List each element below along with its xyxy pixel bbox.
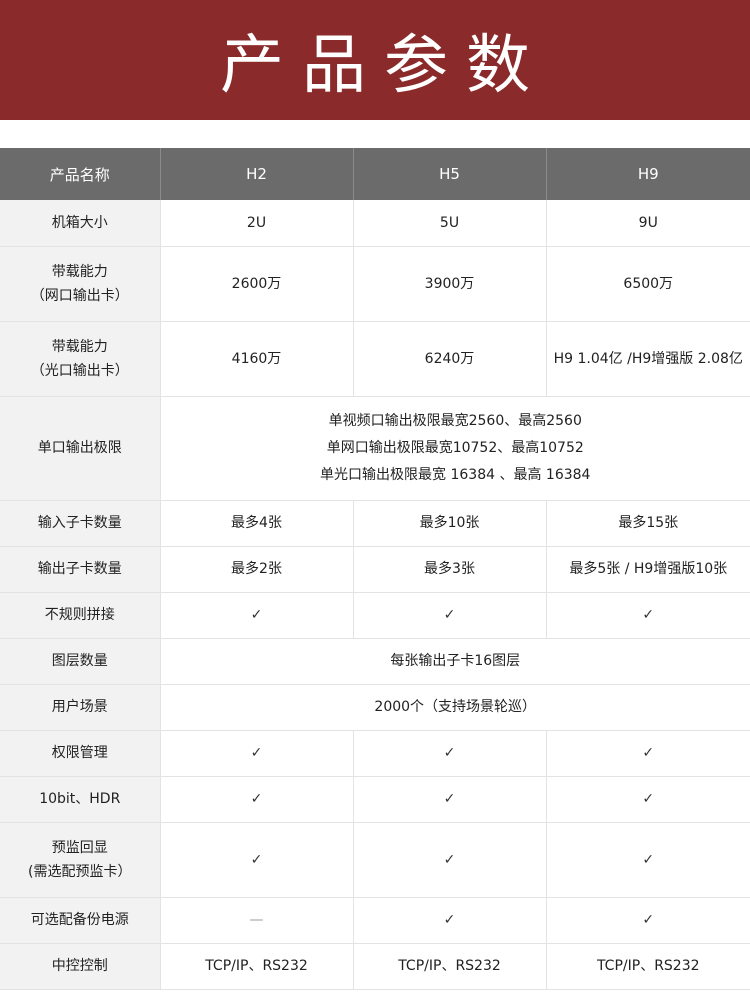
merged-cell: 每张输出子卡16图层: [160, 638, 750, 685]
table-cell: TCP/IP、RS232: [160, 943, 354, 990]
table-cell: 3900万: [353, 246, 547, 322]
row-label-text: 图层数量: [51, 653, 108, 669]
row-label: 权限管理: [0, 730, 161, 777]
table-cell: H9 1.04亿 /H9增强版 2.08亿: [546, 321, 750, 397]
row-label-text: 用户场景: [51, 699, 108, 715]
table-cell: 最多3张: [353, 546, 547, 593]
check-icon: ✓: [546, 730, 750, 777]
table-cell: TCP/IP、RS232: [353, 943, 547, 990]
merged-line: 单光口输出极限最宽 16384 、最高 16384: [320, 466, 591, 483]
table-cell: 6240万: [353, 321, 547, 397]
table-cell: 最多2张: [160, 546, 354, 593]
merged-line: 2000个（支持场景轮巡）: [374, 698, 537, 715]
row-label-text: 输入子卡数量: [37, 515, 122, 531]
row-label-text: 带载能力: [51, 338, 108, 355]
check-icon: ✓: [546, 897, 750, 944]
row-label-text: 中控控制: [51, 958, 108, 974]
check-icon: ✓: [546, 822, 750, 898]
table-row: 10bit、HDR ✓ ✓ ✓: [0, 776, 750, 823]
table-cell: 最多5张 / H9增强版10张: [546, 546, 750, 593]
table-row: 中控控制 TCP/IP、RS232 TCP/IP、RS232 TCP/IP、RS…: [0, 943, 750, 990]
table-row: 带载能力 （光口输出卡） 4160万 6240万 H9 1.04亿 /H9增强版…: [0, 321, 750, 397]
row-label: 中控控制: [0, 943, 161, 990]
row-label: 用户场景: [0, 684, 161, 731]
table-cell: 2U: [160, 200, 354, 247]
row-label-text: 10bit、HDR: [39, 791, 121, 807]
check-icon: ✓: [160, 730, 354, 777]
table-row: 权限管理 ✓ ✓ ✓: [0, 730, 750, 777]
check-icon: ✓: [353, 822, 547, 898]
table-row: 输入子卡数量 最多4张 最多10张 最多15张: [0, 500, 750, 547]
check-icon: ✓: [353, 730, 547, 777]
table-cell: TCP/IP、RS232: [546, 943, 750, 990]
check-icon: ✓: [160, 822, 354, 898]
table-cell: 最多4张: [160, 500, 354, 547]
row-label: 可选配备份电源: [0, 897, 161, 944]
table-cell: 2600万: [160, 246, 354, 322]
row-label: 输入子卡数量: [0, 500, 161, 547]
row-label-text: 不规则拼接: [44, 607, 115, 623]
table-row: 预监回显 (需选配预监卡） ✓ ✓ ✓: [0, 822, 750, 898]
check-icon: ✓: [353, 897, 547, 944]
merged-line: 每张输出子卡16图层: [390, 652, 521, 669]
row-label-text: 带载能力: [51, 263, 108, 280]
row-label: 带载能力 （网口输出卡）: [0, 246, 161, 322]
table-cell: 4160万: [160, 321, 354, 397]
check-icon: ✓: [160, 592, 354, 639]
table-row: 用户场景 2000个（支持场景轮巡）: [0, 684, 750, 731]
row-label-text: 输出子卡数量: [37, 561, 122, 577]
row-label: 预监回显 (需选配预监卡）: [0, 822, 161, 898]
table-header-row: 产品名称 H2 H5 H9: [0, 148, 750, 200]
table-cell: 最多10张: [353, 500, 547, 547]
row-label-subtext: （光口输出卡）: [30, 362, 129, 379]
row-label-text: 单口输出极限: [37, 440, 122, 456]
merged-cell: 2000个（支持场景轮巡）: [160, 684, 750, 731]
table-row: 带载能力 （网口输出卡） 2600万 3900万 6500万: [0, 246, 750, 322]
spec-table: 产品名称 H2 H5 H9 机箱大小 2U 5U 9U 带载能力 （网口输出卡）…: [0, 148, 750, 990]
table-cell: 5U: [353, 200, 547, 247]
page-banner: 产品参数: [0, 0, 750, 120]
dash-icon: —: [160, 897, 354, 944]
row-label: 机箱大小: [0, 200, 161, 247]
check-icon: ✓: [546, 592, 750, 639]
check-icon: ✓: [353, 592, 547, 639]
merged-cell: 单视频口输出极限最宽2560、最高2560 单网口输出极限最宽10752、最高1…: [160, 396, 750, 501]
row-label: 不规则拼接: [0, 592, 161, 639]
row-label: 输出子卡数量: [0, 546, 161, 593]
row-label: 带载能力 （光口输出卡）: [0, 321, 161, 397]
table-cell: 最多15张: [546, 500, 750, 547]
table-row: 机箱大小 2U 5U 9U: [0, 200, 750, 247]
table-row: 图层数量 每张输出子卡16图层: [0, 638, 750, 685]
table-row: 不规则拼接 ✓ ✓ ✓: [0, 592, 750, 639]
table-cell: 6500万: [546, 246, 750, 322]
merged-line: 单网口输出极限最宽10752、最高10752: [326, 439, 584, 456]
check-icon: ✓: [160, 776, 354, 823]
row-label-subtext: (需选配预监卡）: [28, 863, 132, 880]
page-title: 产品参数: [220, 29, 548, 103]
header-product-name: 产品名称: [0, 148, 161, 200]
check-icon: ✓: [546, 776, 750, 823]
row-label: 图层数量: [0, 638, 161, 685]
row-label-text: 权限管理: [51, 745, 108, 761]
table-cell: 9U: [546, 200, 750, 247]
header-h2: H2: [160, 148, 354, 200]
merged-line: 单视频口输出极限最宽2560、最高2560: [328, 412, 582, 429]
header-h5: H5: [353, 148, 547, 200]
row-label: 10bit、HDR: [0, 776, 161, 823]
header-h9: H9: [546, 148, 750, 200]
check-icon: ✓: [353, 776, 547, 823]
row-label-text: 机箱大小: [51, 214, 108, 231]
row-label-text: 预监回显: [51, 839, 108, 856]
row-label-subtext: （网口输出卡）: [30, 287, 129, 304]
table-row: 可选配备份电源 — ✓ ✓: [0, 897, 750, 944]
row-label-text: 可选配备份电源: [30, 912, 129, 928]
row-label: 单口输出极限: [0, 396, 161, 501]
table-row: 输出子卡数量 最多2张 最多3张 最多5张 / H9增强版10张: [0, 546, 750, 593]
table-row: 单口输出极限 单视频口输出极限最宽2560、最高2560 单网口输出极限最宽10…: [0, 396, 750, 501]
